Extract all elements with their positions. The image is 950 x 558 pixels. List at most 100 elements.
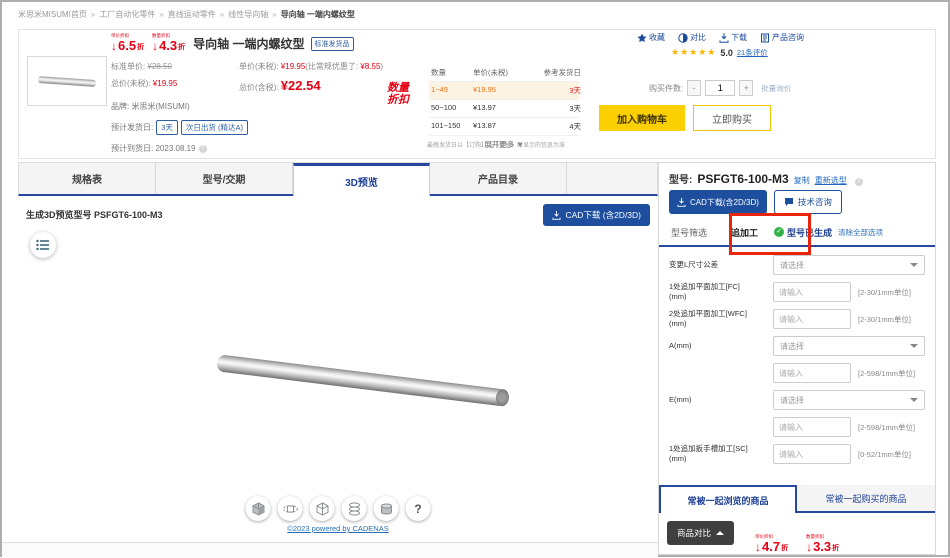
table-row: 50~100¥13.973天 xyxy=(429,100,579,118)
tab-product-catalog[interactable]: 产品目录 xyxy=(430,163,567,194)
e-input[interactable] xyxy=(773,417,851,437)
l-tolerance-select[interactable]: 请选择 xyxy=(773,255,925,275)
panel-cad-download-button[interactable]: CAD下载(含2D/3D) xyxy=(669,190,767,214)
tab-additional-machining[interactable]: 追加工 xyxy=(719,219,770,245)
sc-input[interactable] xyxy=(773,444,851,464)
compare-button[interactable]: 对比 xyxy=(678,32,706,43)
bulk-quote-link[interactable]: 批量询价 xyxy=(761,83,791,94)
quantity-input[interactable] xyxy=(705,80,735,96)
table-row: 1~49¥19.953天 xyxy=(429,82,579,100)
total-price-inctax: ¥22.54 xyxy=(281,78,321,93)
form-row-a-input: [2-598/1mm单位] xyxy=(669,363,927,383)
table-note: 最晚发货日以【订购】或【报价】时显示的信息为准 xyxy=(427,140,599,149)
breadcrumb-guide-shaft[interactable]: 线性导向轴 xyxy=(228,10,268,19)
product-badge: 标准发货品 xyxy=(311,37,354,51)
wireframe-cylinder-icon xyxy=(347,502,361,516)
panel-tabbar: 型号筛选 追加工 ✓ 型号已生成 清除全部选项 xyxy=(659,219,935,247)
tab-viewed-together[interactable]: 常被一起浏览的商品 xyxy=(659,485,797,513)
product-actions: 收藏 对比 下载 产品咨询 xyxy=(637,32,929,43)
download-icon xyxy=(719,33,729,43)
solid-cylinder-button[interactable] xyxy=(374,496,399,521)
brand-row: 品牌: 米思米(MISUMI) xyxy=(111,101,411,112)
cadenas-credit-link[interactable]: ©2023 powered by CADENAS xyxy=(287,524,388,533)
viewer-toolbar: ? xyxy=(246,496,431,521)
discount-arrow-icon: ↓ xyxy=(755,541,761,553)
machining-form: 变更L尺寸公差 请选择 1处追加平面加工[FC](mm) [2-30/1mm单位… xyxy=(669,255,927,471)
product-info: 单价折扣 ↓6.5折 数量折扣 ↓4.3折 导向轴 一端内螺纹型 标准发货品 标… xyxy=(111,34,411,154)
add-to-cart-button[interactable]: 加入购物车 xyxy=(599,105,685,131)
tab-model-filter[interactable]: 型号筛选 xyxy=(659,219,719,245)
solid-cylinder-icon xyxy=(379,502,393,516)
chevron-down-icon xyxy=(910,344,918,348)
product-compare-button[interactable]: 商品对比 xyxy=(667,521,734,545)
quantity-discount-badge: 数量 折扣 xyxy=(387,82,409,106)
breadcrumb-linear-motion[interactable]: 直线运动零件 xyxy=(168,10,216,19)
download-icon xyxy=(677,198,686,207)
related-product-discounts: 单价折扣 ↓4.7折 数量折扣 ↓3.3折 xyxy=(755,535,841,553)
info-icon[interactable]: ? xyxy=(855,178,863,186)
orbit-icon xyxy=(282,502,298,516)
wireframe-cube-button[interactable] xyxy=(310,496,335,521)
breadcrumb-fa-parts[interactable]: 工厂自动化零件 xyxy=(99,10,155,19)
ship-days-chip: 3天 xyxy=(156,120,178,135)
a-input[interactable] xyxy=(773,363,851,383)
list-icon xyxy=(36,239,50,251)
reviews-link[interactable]: 21条评价 xyxy=(737,47,768,58)
product-inquiry-button[interactable]: 产品咨询 xyxy=(760,32,804,43)
tab-3d-preview[interactable]: 3D预览 xyxy=(293,163,430,196)
compare-icon xyxy=(678,33,688,43)
e-select[interactable]: 请选择 xyxy=(773,390,925,410)
product-thumbnail[interactable] xyxy=(27,56,107,106)
fc-input[interactable] xyxy=(773,282,851,302)
brand-value: 米思米(MISUMI) xyxy=(131,102,189,111)
card-right-column: 收藏 对比 下载 产品咨询 ★★★★★ 5.0 21条评价 购买件数: - xyxy=(579,32,929,131)
orbit-view-button[interactable] xyxy=(278,496,303,521)
viewer-menu-button[interactable] xyxy=(30,232,56,258)
generated-model-label: 生成3D预览型号 PSFGT6-100-M3 xyxy=(26,208,163,221)
model-config-panel: 型号: PSFGT6-100-M3 复制 重新选型 ? CAD下载(含2D/3D… xyxy=(658,162,936,555)
tab-bought-together[interactable]: 常被一起购买的商品 xyxy=(797,485,935,513)
copy-model-link[interactable]: 复制 xyxy=(794,175,810,186)
view-cube-button[interactable] xyxy=(246,496,271,521)
form-row-wfc: 2处追加平面加工[WFC](mm) [2-30/1mm单位] xyxy=(669,309,927,329)
check-circle-icon: ✓ xyxy=(774,227,784,237)
discount-badge: 数量折扣 ↓3.3折 xyxy=(806,535,839,553)
clear-all-options-link[interactable]: 清除全部选项 xyxy=(838,227,883,238)
a-select[interactable]: 请选择 xyxy=(773,336,925,356)
info-icon[interactable]: ? xyxy=(199,145,207,153)
buy-now-button[interactable]: 立即购买 xyxy=(693,105,771,131)
product-thumbnail-image xyxy=(38,75,96,86)
reselect-link[interactable]: 重新选型 xyxy=(815,175,847,186)
help-button[interactable]: ? xyxy=(406,496,431,521)
product-detail-page: { "breadcrumb": { "sep": "»", "items": [… xyxy=(0,0,950,557)
rating-row: ★★★★★ 5.0 21条评价 xyxy=(671,47,929,58)
quantity-decrease-button[interactable]: - xyxy=(687,80,701,96)
arrive-date-row: 预计到货日: 2023.08.19? xyxy=(111,143,411,154)
generated-model-number: PSFGT6-100-M3 xyxy=(94,210,163,220)
table-row: 101~150¥13.874天 xyxy=(429,118,579,136)
model-generated-status: ✓ 型号已生成 清除全部选项 xyxy=(774,219,883,245)
document-icon xyxy=(760,33,770,43)
download-button[interactable]: 下载 xyxy=(719,32,747,43)
tab-model-delivery[interactable]: 型号/交期 xyxy=(156,163,293,194)
content-tabbar: 规格表 型号/交期 3D预览 产品目录 xyxy=(18,162,658,196)
3d-model-shaft[interactable] xyxy=(216,346,516,426)
wireframe-cylinder-button[interactable] xyxy=(342,496,367,521)
form-row-fc: 1处追加平面加工[FC](mm) [2-30/1mm单位] xyxy=(669,282,927,302)
tab-spec-table[interactable]: 规格表 xyxy=(19,163,156,194)
model-number: PSFGT6-100-M3 xyxy=(697,172,788,186)
wireframe-cube-icon xyxy=(315,502,329,516)
download-icon xyxy=(552,211,561,220)
table-header: 数量单价(未税)参考发货日 xyxy=(429,64,579,82)
breadcrumb-home[interactable]: 米思米MISUMI首页 xyxy=(18,10,87,19)
tech-consult-button[interactable]: 技术咨询 xyxy=(774,190,842,214)
unit-price: ¥19.95 xyxy=(281,62,305,71)
discount-badge-1: 单价折扣 ↓6.5折 xyxy=(111,34,144,52)
chevron-up-icon xyxy=(716,531,724,535)
favorite-button[interactable]: 收藏 xyxy=(637,32,665,43)
wfc-input[interactable] xyxy=(773,309,851,329)
form-row-e-select: E(mm) 请选择 xyxy=(669,390,927,410)
cad-download-button[interactable]: CAD下载 (含2D/3D) xyxy=(543,204,650,226)
breadcrumb: 米思米MISUMI首页»工厂自动化零件»直线运动零件»线性导向轴»导向轴 一端内… xyxy=(18,9,355,20)
quantity-increase-button[interactable]: + xyxy=(739,80,753,96)
